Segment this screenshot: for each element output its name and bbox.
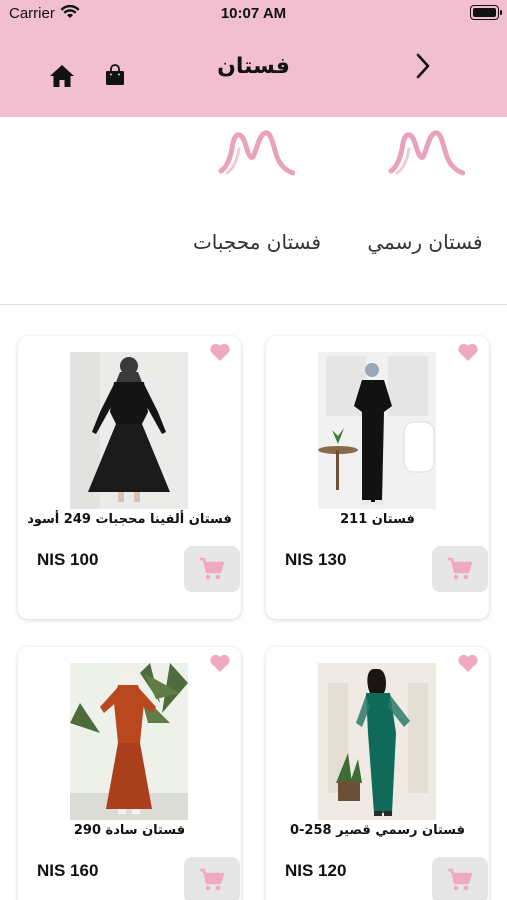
category-formal-dress[interactable]: فستان رسمي <box>360 230 490 254</box>
status-bar: Carrier 10:07 AM <box>0 0 507 28</box>
product-card[interactable]: فستان ألفينا محجبات 249 أسود NIS 100 <box>18 336 241 619</box>
product-card[interactable]: فستان سادة 290 NIS 160 <box>18 647 241 900</box>
divider <box>0 304 507 305</box>
product-name: فستان رسمي قصير 258-0 <box>289 823 466 838</box>
cart-icon <box>448 868 473 891</box>
product-name: فستان ألفينا محجبات 249 أسود <box>27 512 232 527</box>
product-price: NIS 160 <box>37 861 99 880</box>
add-to-cart-button[interactable] <box>184 857 240 900</box>
product-image[interactable] <box>318 663 436 820</box>
product-card[interactable]: فستان رسمي قصير 258-0 NIS 120 <box>266 647 489 900</box>
product-image[interactable] <box>70 352 188 509</box>
add-to-cart-button[interactable] <box>432 546 488 592</box>
status-time: 10:07 AM <box>220 5 287 22</box>
heart-icon[interactable] <box>457 653 479 673</box>
product-name: فستان 211 <box>340 512 415 527</box>
cart-icon <box>448 557 473 580</box>
product-name: فستان سادة 290 <box>73 823 186 838</box>
product-image[interactable] <box>318 352 436 509</box>
chevron-right-icon[interactable] <box>410 52 436 80</box>
category-hijab-dress[interactable]: فستان محجبات <box>187 230 327 254</box>
cart-icon <box>200 557 225 580</box>
product-price: NIS 130 <box>285 550 347 569</box>
product-image[interactable] <box>70 663 188 820</box>
battery-icon <box>470 5 502 20</box>
category-logo[interactable] <box>387 127 465 177</box>
product-price: NIS 120 <box>285 861 347 880</box>
heart-icon[interactable] <box>209 342 231 362</box>
heart-icon[interactable] <box>457 342 479 362</box>
add-to-cart-button[interactable] <box>184 546 240 592</box>
heart-icon[interactable] <box>209 653 231 673</box>
product-price: NIS 100 <box>37 550 99 569</box>
category-logo[interactable] <box>217 127 295 177</box>
app-header: Carrier 10:07 AM فستان <box>0 0 507 117</box>
product-card[interactable]: فستان 211 NIS 130 <box>266 336 489 619</box>
cart-icon <box>200 868 225 891</box>
add-to-cart-button[interactable] <box>432 857 488 900</box>
